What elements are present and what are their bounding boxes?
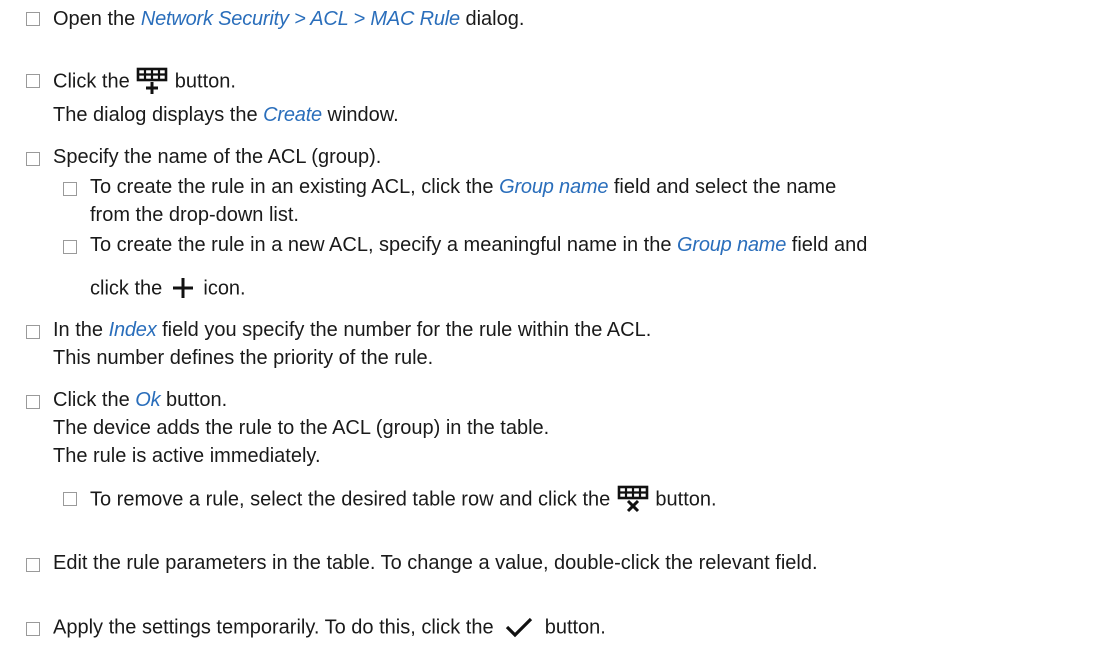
substep-existing-acl: To create the rule in an existing ACL, c…: [90, 176, 837, 198]
step-5-text: Click the Ok button.: [53, 389, 228, 411]
step-1-text: Open the Network Security > ACL > MAC Ru…: [53, 8, 525, 30]
step-checkbox[interactable]: [26, 12, 40, 26]
plus-icon: [168, 276, 198, 302]
table-remove-icon: [616, 485, 650, 515]
table-add-icon: [135, 67, 169, 97]
step-4-note: This number defines the priority of the …: [53, 347, 434, 369]
step-5-result: The device adds the rule to the ACL (gro…: [53, 417, 550, 439]
step-checkbox[interactable]: [26, 325, 40, 339]
substep-checkbox[interactable]: [63, 240, 77, 254]
step-6-text: Edit the rule parameters in the table. T…: [53, 552, 818, 574]
step-checkbox[interactable]: [26, 74, 40, 88]
step-4-text: In the Index field you specify the numbe…: [53, 319, 652, 341]
substep-checkbox[interactable]: [63, 492, 77, 506]
dialog-path-link: Network Security > ACL > MAC Rule: [140, 8, 460, 30]
step-3-text: Specify the name of the ACL (group).: [53, 146, 382, 168]
substep-remove-rule: To remove a rule, select the desired tab…: [90, 485, 717, 515]
step-5-result-2: The rule is active immediately.: [53, 445, 321, 467]
substep-new-acl-cont: click the icon.: [90, 276, 246, 302]
step-checkbox[interactable]: [26, 558, 40, 572]
substep-checkbox[interactable]: [63, 182, 77, 196]
step-2-result: The dialog displays the Create window.: [53, 104, 399, 126]
step-checkbox[interactable]: [26, 152, 40, 166]
checkmark-icon: [499, 615, 539, 641]
substep-existing-acl-cont: from the drop-down list.: [90, 204, 299, 226]
step-2-text: Click the button.: [53, 67, 236, 97]
step-checkbox[interactable]: [26, 622, 40, 636]
substep-new-acl: To create the rule in a new ACL, specify…: [90, 234, 868, 256]
step-7-text: Apply the settings temporarily. To do th…: [53, 615, 606, 641]
instruction-document: Open the Network Security > ACL > MAC Ru…: [0, 0, 1105, 659]
step-checkbox[interactable]: [26, 395, 40, 409]
